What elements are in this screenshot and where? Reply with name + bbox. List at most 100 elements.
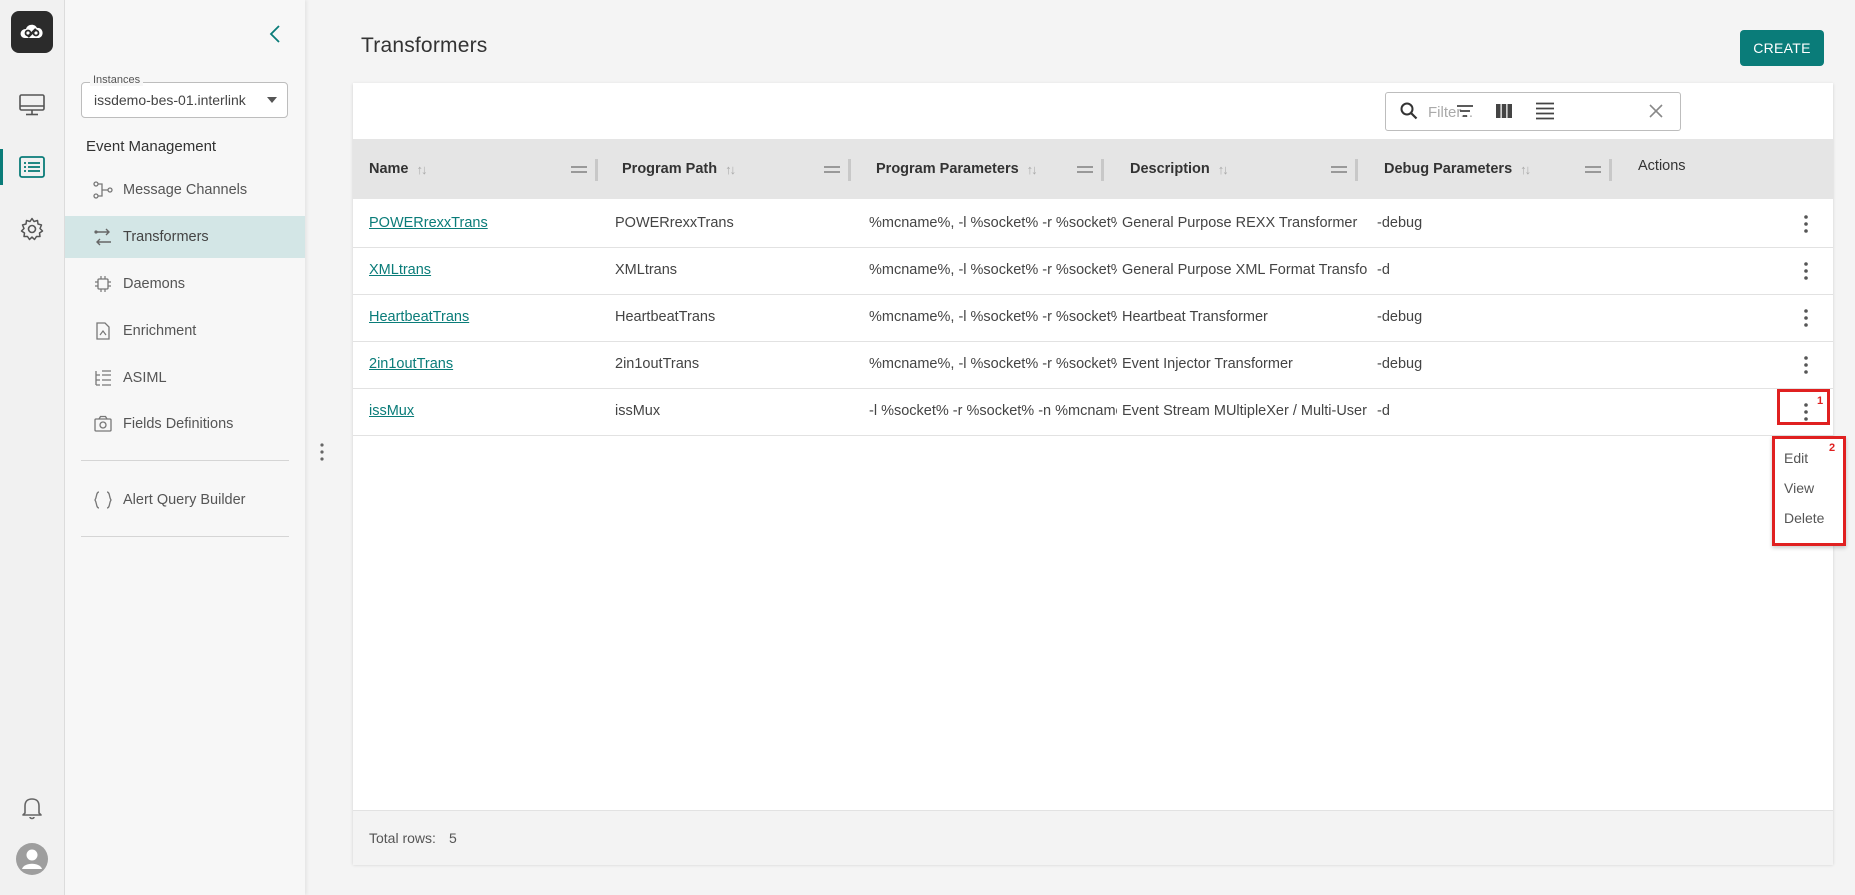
more-vertical-icon (1804, 262, 1808, 280)
sidebar-resize-handle[interactable] (315, 440, 329, 464)
gear-icon (20, 217, 44, 241)
table-toolbar (353, 83, 1833, 139)
column-header-debug-parameters[interactable]: Debug Parameters ↑↓ (1384, 139, 1531, 199)
sidebar-item-label: ASIML (123, 370, 167, 386)
column-resize-handle[interactable] (1609, 159, 1612, 181)
create-button[interactable]: CREATE (1740, 30, 1824, 66)
transformer-name-link[interactable]: issMux (369, 388, 599, 435)
vertical-dots-icon (320, 443, 324, 461)
transformer-name-link[interactable]: HeartbeatTrans (369, 294, 599, 341)
column-resize-handle[interactable] (1355, 159, 1358, 181)
rail-user-button[interactable] (0, 837, 64, 881)
camera-icon (93, 414, 113, 434)
table-footer: Total rows: 5 (353, 810, 1833, 865)
document-icon (93, 321, 113, 341)
program-parameters-cell: %mcname%, -l %socket% -r %socket% (869, 309, 1117, 325)
column-menu-icon[interactable] (571, 166, 587, 173)
program-parameters-cell: -l %socket% -r %socket% -n %mcname% (869, 403, 1117, 419)
sidebar-item-label: Enrichment (123, 323, 197, 339)
close-icon[interactable] (1648, 103, 1664, 119)
debug-parameters-cell: -d (1377, 403, 1390, 419)
description-cell: Event Stream MUltipleXer / Multi-User (1122, 403, 1367, 419)
menu-lines-icon (1536, 102, 1554, 120)
column-header-name[interactable]: Name ↑↓ (369, 139, 428, 199)
density-button[interactable] (1533, 100, 1557, 122)
column-header-label: Debug Parameters (1384, 161, 1513, 177)
program-path-cell: HeartbeatTrans (615, 309, 716, 325)
sidebar-item-asiml[interactable]: ASIML (65, 357, 305, 399)
menu-item-delete[interactable]: Delete (1784, 510, 1824, 526)
column-menu-icon[interactable] (1077, 166, 1093, 173)
column-menu-icon[interactable] (824, 166, 840, 173)
sort-icon[interactable]: ↑↓ (1520, 162, 1531, 177)
sidebar-divider (81, 460, 289, 461)
table-row: HeartbeatTrans HeartbeatTrans %mcname%, … (353, 294, 1833, 342)
menu-item-edit[interactable]: Edit (1784, 450, 1808, 466)
transformer-name-link[interactable]: 2in1outTrans (369, 341, 599, 388)
page-title: Transformers (361, 34, 488, 57)
column-menu-icon[interactable] (1585, 166, 1601, 173)
column-resize-handle[interactable] (848, 159, 851, 181)
column-menu-icon[interactable] (1331, 166, 1347, 173)
instance-select[interactable]: Instances issdemo-bes-01.interlink (81, 74, 288, 118)
program-path-cell: XMLtrans (615, 262, 678, 278)
section-title: Event Management (86, 138, 217, 155)
column-resize-handle[interactable] (595, 159, 598, 181)
sidebar-item-message-channels[interactable]: Message Channels (65, 169, 305, 211)
caret-down-icon (267, 97, 277, 103)
row-actions-button[interactable] (1796, 306, 1816, 330)
column-header-label: Name (369, 161, 409, 177)
program-path-cell: POWERrexxTrans (615, 215, 734, 231)
column-header-program-path[interactable]: Program Path ↑↓ (622, 139, 736, 199)
chip-icon (93, 274, 113, 294)
column-header-label: Program Path (622, 161, 718, 177)
rail-settings-button[interactable] (0, 207, 64, 251)
more-vertical-icon (1804, 309, 1808, 327)
program-parameters-cell: %mcname%, -l %socket% -r %socket% (869, 262, 1117, 278)
transformers-table-card: Name ↑↓ Program Path ↑↓ Program Parameters… (353, 83, 1833, 865)
sidebar-item-transformers[interactable]: Transformers (65, 216, 305, 258)
sidebar-item-label: Transformers (123, 229, 209, 245)
columns-button[interactable] (1492, 100, 1516, 122)
annotation-marker-1: 1 (1817, 395, 1824, 407)
rail-monitor-button[interactable] (0, 83, 64, 127)
description-cell: Event Injector Transformer (1122, 356, 1293, 372)
column-header-program-parameters[interactable]: Program Parameters ↑↓ (876, 139, 1038, 199)
sidebar-item-alert-query-builder[interactable]: Alert Query Builder (65, 479, 305, 521)
sidebar-item-daemons[interactable]: Daemons (65, 263, 305, 305)
filter-button[interactable] (1453, 100, 1477, 122)
search-icon (1400, 102, 1418, 120)
collapse-sidebar-button[interactable] (263, 22, 287, 46)
tree-list-icon (93, 368, 113, 388)
sort-icon[interactable]: ↑↓ (725, 162, 736, 177)
column-header-actions: Actions (1638, 139, 1686, 199)
bell-icon (22, 798, 42, 820)
transformer-name-link[interactable]: XMLtrans (369, 247, 599, 294)
rail-events-button[interactable] (0, 145, 64, 189)
sidebar-item-fields-definitions[interactable]: Fields Definitions (65, 403, 305, 445)
more-vertical-icon (1804, 215, 1808, 233)
sort-icon[interactable]: ↑↓ (417, 162, 428, 177)
description-cell: General Purpose XML Format Transformer (1122, 262, 1367, 278)
rail-notifications-button[interactable] (0, 786, 64, 830)
sort-icon[interactable]: ↑↓ (1027, 162, 1038, 177)
column-resize-handle[interactable] (1101, 159, 1104, 181)
description-cell: General Purpose REXX Transformer (1122, 215, 1358, 231)
program-path-cell: 2in1outTrans (615, 356, 700, 372)
column-header-description[interactable]: Description ↑↓ (1130, 139, 1229, 199)
row-actions-button[interactable] (1796, 259, 1816, 283)
column-header-label: Description (1130, 161, 1210, 177)
transformer-name-link[interactable]: POWERrexxTrans (369, 200, 599, 247)
sidebar-item-enrichment[interactable]: Enrichment (65, 310, 305, 352)
instance-label: Instances (90, 74, 144, 86)
more-vertical-icon (1804, 356, 1808, 374)
app-logo[interactable] (11, 11, 53, 53)
sort-icon[interactable]: ↑↓ (1218, 162, 1229, 177)
row-actions-button[interactable] (1796, 353, 1816, 377)
program-path-cell: issMux (615, 403, 661, 419)
instance-value: issdemo-bes-01.interlink (94, 92, 246, 108)
row-actions-button[interactable] (1796, 212, 1816, 236)
menu-item-view[interactable]: View (1784, 480, 1814, 496)
sidebar-item-label: Fields Definitions (123, 416, 234, 432)
total-rows-count: 5 (449, 830, 457, 846)
